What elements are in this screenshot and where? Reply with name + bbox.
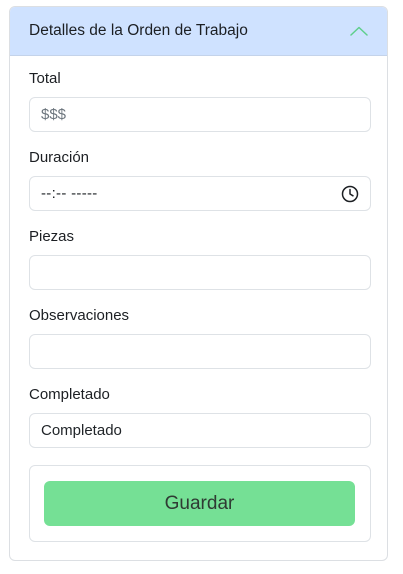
duration-field-group: Duración --:-- -----: [29, 149, 371, 211]
work-order-card: Detalles de la Orden de Trabajo Total Du…: [9, 6, 388, 561]
observations-input[interactable]: [29, 334, 371, 369]
pieces-input[interactable]: [29, 255, 371, 290]
accordion-header[interactable]: Detalles de la Orden de Trabajo: [10, 7, 387, 56]
card-title: Detalles de la Orden de Trabajo: [29, 22, 248, 39]
pieces-field-group: Piezas: [29, 228, 371, 290]
duration-time-input[interactable]: --:-- -----: [29, 176, 371, 211]
pieces-label: Piezas: [29, 228, 75, 245]
card-body: Total Duración --:-- ----- Piezas Observ…: [10, 56, 387, 542]
observations-field-group: Observaciones: [29, 307, 371, 369]
duration-label: Duración: [29, 149, 90, 166]
total-input[interactable]: [29, 97, 371, 132]
observations-label: Observaciones: [29, 307, 130, 324]
completed-label: Completado: [29, 386, 110, 403]
save-button[interactable]: Guardar: [44, 481, 355, 526]
completed-field-group: Completado: [29, 386, 371, 448]
total-field-group: Total: [29, 70, 371, 132]
chevron-up-icon[interactable]: [349, 24, 369, 38]
total-label: Total: [29, 70, 61, 87]
clock-icon[interactable]: [341, 185, 359, 203]
completed-input[interactable]: [29, 413, 371, 448]
duration-value: --:-- -----: [41, 185, 98, 202]
actions-box: Guardar: [29, 465, 371, 542]
